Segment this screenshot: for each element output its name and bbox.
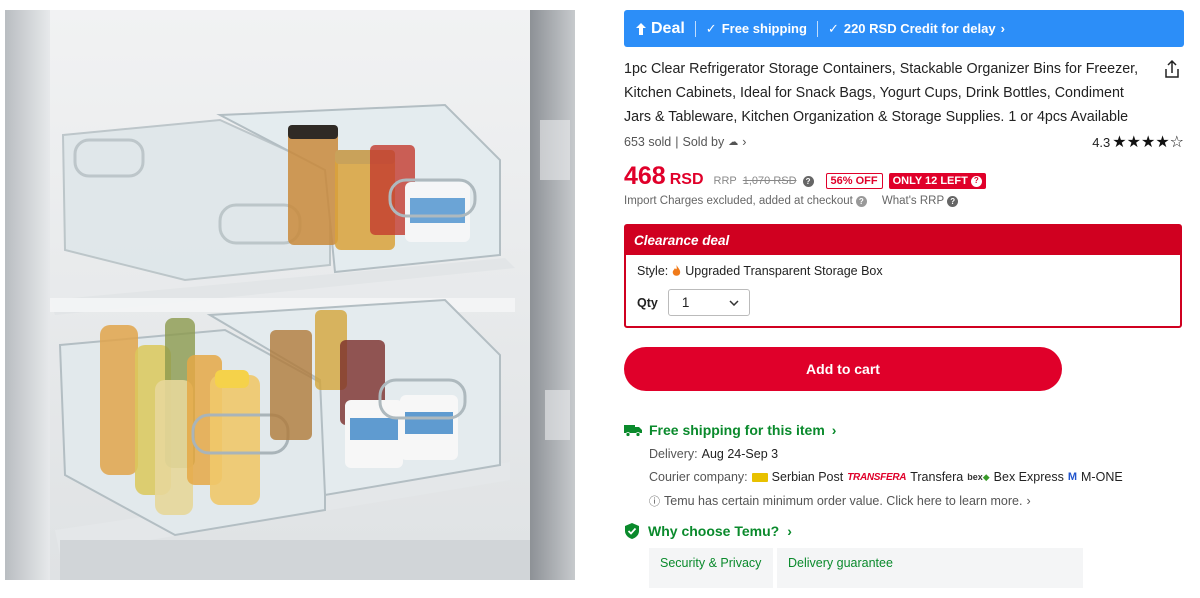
info-icon[interactable]: ?	[947, 195, 959, 207]
style-label: Style:	[637, 264, 669, 278]
qty-row: Qty 1	[637, 289, 1169, 316]
sold-count: 653 sold	[624, 135, 672, 149]
refrigerator-photo	[5, 10, 575, 580]
product-title: 1pc Clear Refrigerator Storage Container…	[624, 61, 1139, 125]
min-order-text: Temu has certain minimum order value. Cl…	[664, 494, 1023, 508]
price-value: 468	[624, 162, 666, 190]
delivery-label: Delivery:	[649, 447, 698, 461]
delay-credit-text: 220 RSD Credit for delay	[843, 21, 996, 36]
free-shipping-heading-text: Free shipping for this item	[649, 422, 825, 438]
check-icon: ✓	[705, 20, 717, 36]
clearance-deal-box: Clearance deal Style: Upgraded Transpare…	[624, 224, 1182, 328]
courier-bex-express: Bex Express	[993, 470, 1064, 484]
info-icon[interactable]: ?	[802, 176, 814, 187]
security-privacy-card[interactable]: Security & Privacy	[649, 548, 773, 588]
store-icon[interactable]: ☁	[728, 137, 738, 148]
stock-badge[interactable]: ONLY 12 LEFT ?	[888, 173, 986, 189]
chevron-right-icon: ›	[1000, 21, 1005, 36]
discount-badge: 56% OFF	[825, 173, 883, 189]
price-row: 468 RSD RRP 1,070 RSD ? 56% OFF ONLY 12 …	[624, 162, 1184, 191]
bex-logo-text: bex	[967, 471, 983, 482]
deal-label: Deal	[634, 20, 685, 38]
style-value[interactable]: Upgraded Transparent Storage Box	[685, 264, 882, 278]
star-rating-icon: ★★★★☆	[1112, 134, 1184, 151]
import-charges-note: Import Charges excluded, added at checko…	[624, 195, 1184, 207]
style-row: Style: Upgraded Transparent Storage Box	[637, 264, 1169, 278]
rrp-value: 1,070 RSD	[742, 175, 797, 187]
why-choose-heading[interactable]: Why choose Temu? ›	[624, 523, 1184, 539]
info-icon: ?	[970, 175, 982, 187]
courier-row: Courier company: Serbian Post TRANSFERA …	[649, 470, 1184, 484]
qty-select[interactable]: 1	[667, 289, 750, 316]
chevron-down-icon	[729, 299, 739, 306]
info-circle-icon: ⓘ	[649, 496, 660, 508]
why-choose-text: Why choose Temu?	[648, 523, 780, 539]
rating-value: 4.3	[1092, 134, 1111, 150]
courier-transfera: Transfera	[910, 470, 964, 484]
delivery-value: Aug 24-Sep 3	[701, 447, 779, 461]
chevron-right-icon[interactable]: ›	[742, 135, 746, 149]
chevron-right-icon: ›	[831, 422, 837, 438]
product-image[interactable]	[5, 10, 575, 580]
bex-logo: bex◆	[967, 471, 990, 482]
truck-icon	[624, 424, 642, 437]
divider	[694, 20, 696, 37]
info-icon[interactable]: ?	[855, 195, 867, 207]
serbian-post-logo	[751, 472, 768, 482]
free-shipping-badge: ✓ Free shipping	[706, 21, 807, 37]
whats-rrp-link[interactable]: What's RRP	[882, 195, 944, 207]
hand-pointer-icon	[636, 22, 646, 35]
rating[interactable]: 4.3 ★★★★☆	[1092, 132, 1184, 152]
share-icon[interactable]	[1162, 59, 1184, 81]
deal-text: Deal	[651, 19, 685, 37]
clearance-body: Style: Upgraded Transparent Storage Box …	[626, 255, 1180, 326]
delivery-guarantee-card[interactable]: Delivery guarantee	[777, 548, 1083, 588]
deal-banner[interactable]: Deal ✓ Free shipping ✓ 220 RSD Credit fo…	[624, 10, 1184, 47]
free-shipping-heading[interactable]: Free shipping for this item ›	[624, 422, 1184, 438]
sales-rating-row: 653 sold | Sold by ☁ › 4.3 ★★★★☆	[624, 132, 1184, 152]
separator: |	[675, 135, 679, 149]
courier-label: Courier company:	[649, 470, 748, 484]
check-icon: ✓	[827, 20, 839, 36]
free-shipping-text: Free shipping	[721, 21, 807, 36]
price-currency: RSD	[669, 171, 704, 188]
sold-info: 653 sold | Sold by ☁ ›	[624, 135, 746, 149]
rrp-label: RRP	[713, 175, 737, 187]
flame-icon	[672, 265, 681, 276]
guarantee-cards: Security & Privacy Delivery guarantee	[649, 548, 1184, 588]
courier-m-one: M-ONE	[1081, 470, 1123, 484]
delay-credit-badge[interactable]: ✓ 220 RSD Credit for delay ›	[828, 21, 1005, 37]
import-note-text: Import Charges excluded, added at checko…	[624, 195, 853, 207]
add-to-cart-button[interactable]: Add to cart	[624, 347, 1062, 391]
transfera-logo: TRANSFERA	[847, 471, 907, 483]
product-details: Deal ✓ Free shipping ✓ 220 RSD Credit fo…	[624, 10, 1184, 588]
delivery-row: Delivery: Aug 24-Sep 3	[649, 447, 1184, 461]
min-order-note[interactable]: ⓘ Temu has certain minimum order value. …	[649, 493, 1184, 509]
m-one-logo: M	[1067, 471, 1078, 483]
chevron-right-icon: ›	[787, 523, 792, 539]
shield-check-icon	[625, 523, 639, 539]
chevron-right-icon: ›	[1026, 494, 1031, 508]
qty-label: Qty	[637, 295, 658, 310]
clearance-heading: Clearance deal	[626, 226, 1180, 255]
divider	[816, 20, 818, 37]
qty-value: 1	[681, 295, 690, 310]
title-row: 1pc Clear Refrigerator Storage Container…	[624, 57, 1184, 129]
courier-serbian-post: Serbian Post	[771, 470, 844, 484]
stock-text: ONLY 12 LEFT	[892, 175, 968, 187]
sold-by-label: Sold by	[682, 135, 725, 149]
